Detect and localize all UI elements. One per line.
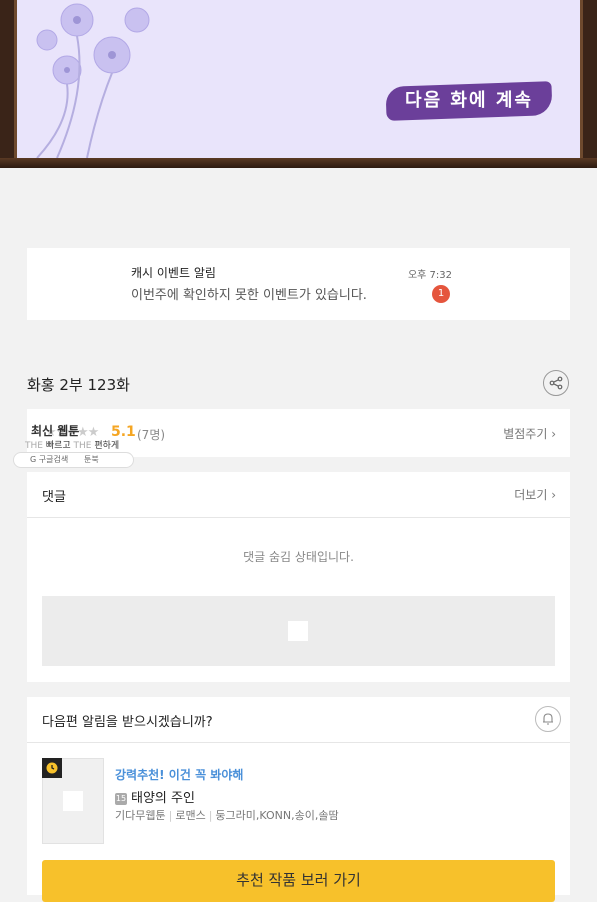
notification-time: 오후 7:32 <box>407 270 452 281</box>
banner-artwork <box>14 0 583 158</box>
share-button[interactable] <box>543 370 569 396</box>
bell-icon <box>543 713 553 725</box>
next-episode-question: 다음편 알림을 받으시겠습니까? <box>42 715 213 730</box>
ad-pill[interactable]: G 구글검색 툰북 <box>13 452 134 468</box>
age-rating-badge: 15 <box>115 793 127 805</box>
view-recommendations-button[interactable]: 추천 작품 보러 가기 <box>42 860 555 902</box>
recommended-meta: 기다무웹툰 | 로맨스 | 둥그라미,KONN,송이,솔땀 <box>115 809 339 822</box>
notification-title: 캐시 이벤트 알림 <box>131 266 216 280</box>
rating-count: (7명) <box>137 428 166 442</box>
ad-title: 최신 웹툰 <box>31 424 80 438</box>
next-episode-header: 다음편 알림을 받으시겠습니까? <box>27 697 570 743</box>
notification-count-badge: 1 <box>432 285 450 303</box>
episode-title: 화홍 2부 123화 <box>27 376 130 394</box>
wait-free-clock-icon <box>42 758 62 778</box>
comments-header: 댓글 더보기 › <box>27 472 570 518</box>
event-notification[interactable]: 캐시 이벤트 알림 이번주에 확인하지 못한 이벤트가 있습니다. 오후 7:3… <box>27 248 570 320</box>
notification-body: 이번주에 확인하지 못한 이벤트가 있습니다. <box>131 288 367 303</box>
image-placeholder-icon <box>63 791 83 811</box>
toonbook-label: 툰북 <box>84 455 99 464</box>
banner-frame <box>0 158 597 168</box>
comments-section: 댓글 더보기 › 댓글 숨김 상태입니다. <box>27 472 570 682</box>
google-search-label: G 구글검색 <box>30 455 69 464</box>
floating-ad-widget[interactable]: 최신 웹툰 THE 빠르고 THE 편하게 G 구글검색 툰북 <box>13 420 134 468</box>
recommendation-tag: 강력추천! 이건 꼭 봐야해 <box>115 768 244 782</box>
notify-button[interactable] <box>535 706 561 732</box>
ad-placeholder[interactable] <box>42 596 555 666</box>
recommended-title[interactable]: 15 태양의 주인 <box>115 787 195 806</box>
share-icon <box>549 376 563 390</box>
ad-slogan: THE 빠르고 THE 편하게 <box>25 441 120 451</box>
flower-illustration <box>36 3 150 158</box>
comments-title: 댓글 <box>42 490 66 505</box>
image-placeholder-icon <box>288 621 308 641</box>
comments-hidden-message: 댓글 숨김 상태입니다. <box>243 550 354 564</box>
comments-more-link[interactable]: 더보기 › <box>514 486 556 503</box>
next-episode-section: 다음편 알림을 받으시겠습니까? 강력추천! 이건 꼭 봐야해 15 태양의 주인… <box>27 697 570 902</box>
rate-button[interactable]: 별점주기 › <box>503 425 556 442</box>
to-be-continued-caption: 다음 화에 계속 <box>405 90 533 111</box>
episode-end-banner: 다음 화에 계속 <box>0 0 597 168</box>
